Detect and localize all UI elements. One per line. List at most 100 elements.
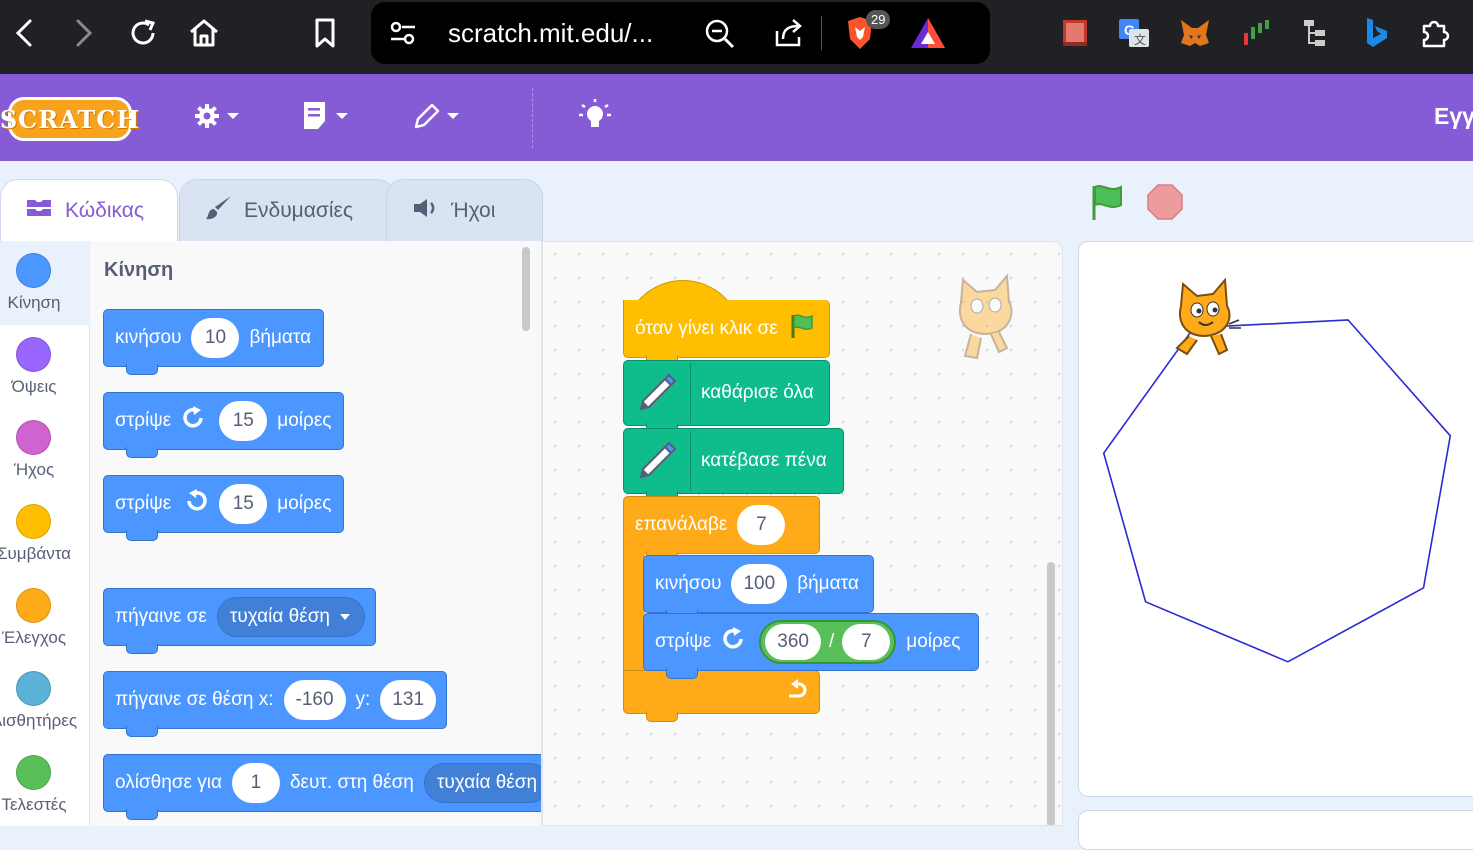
brave-rewards-icon[interactable]	[909, 16, 947, 55]
extension-book-icon[interactable]	[1056, 14, 1094, 52]
workspace-scrollbar[interactable]	[1047, 562, 1055, 825]
tutorials-button[interactable]	[577, 98, 613, 138]
stop-button[interactable]	[1145, 182, 1185, 227]
divisor-input[interactable]: 7	[842, 624, 891, 660]
divide-operator-block[interactable]: 360 / 7	[759, 620, 897, 664]
stage-canvas[interactable]	[1078, 241, 1473, 797]
goto-target-dropdown[interactable]: τυχαία θέση	[216, 597, 365, 637]
chart-extension-icon[interactable]	[1238, 14, 1276, 52]
degrees-input[interactable]: 15	[219, 484, 268, 524]
back-icon[interactable]	[6, 14, 44, 52]
menu-divider	[532, 88, 533, 148]
green-flag-button[interactable]	[1087, 182, 1127, 227]
block-text: κινήσου	[115, 327, 182, 348]
metamask-fox-icon[interactable]	[1176, 14, 1214, 52]
tab-code[interactable]: Κώδικας	[0, 179, 178, 241]
steps-input[interactable]: 10	[191, 318, 240, 358]
dividend-input[interactable]: 360	[765, 624, 821, 660]
google-translate-icon[interactable]: G文	[1115, 14, 1153, 52]
block-turn-right[interactable]: στρίψε 15 μοίρες	[103, 392, 345, 458]
repeat-arm	[623, 552, 645, 672]
block-palette: Κίνηση κινήσου 10 βήματα στρίψε 15 μοίρε…	[90, 241, 542, 826]
category-label: Ήχος	[13, 460, 55, 479]
bing-icon[interactable]	[1357, 14, 1395, 52]
category-dot	[16, 504, 51, 539]
operator-symbol: /	[828, 631, 835, 652]
block-text: μοίρες	[906, 631, 961, 652]
repeat-count-input[interactable]: 7	[737, 505, 786, 545]
category-control[interactable]: Έλεγχος	[0, 576, 90, 660]
bookmark-icon[interactable]	[306, 14, 344, 52]
sprite-watermark-icon	[941, 272, 1031, 373]
script-workspace[interactable]: όταν γίνει κλικ σε καθάρισε όλα κατέβασε…	[542, 241, 1063, 826]
category-sound[interactable]: Ήχος	[0, 408, 90, 492]
sprite-info-pane	[1078, 810, 1473, 850]
degrees-input[interactable]: 15	[219, 401, 268, 441]
shield-count-badge: 29	[866, 10, 891, 29]
category-motion[interactable]: Κίνηση	[0, 241, 90, 325]
block-pen-clear[interactable]: καθάρισε όλα	[623, 360, 830, 434]
pen-icon	[633, 431, 691, 491]
block-go-to-xy[interactable]: πήγαινε σε θέση x: -160 y: 131	[103, 671, 448, 737]
category-dot	[16, 588, 51, 623]
block-text: κινήσου	[655, 573, 722, 594]
browser-toolbar: scratch.mit.edu/... 29 G文	[0, 0, 1473, 74]
site-settings-icon[interactable]	[389, 20, 417, 51]
lightbulb-icon	[577, 97, 613, 140]
block-move-steps[interactable]: κινήσου 10 βήματα	[103, 309, 325, 375]
palette-scrollbar[interactable]	[522, 247, 530, 331]
block-text: στρίψε	[655, 631, 712, 652]
zoom-out-icon[interactable]	[703, 17, 737, 54]
pen-drawing	[1102, 319, 1452, 663]
reload-icon[interactable]	[124, 14, 162, 52]
seconds-input[interactable]: 1	[231, 763, 280, 803]
repeat-header[interactable]: επανάλαβε 7	[623, 496, 820, 562]
tree-extension-icon[interactable]	[1297, 14, 1335, 52]
block-pen-down[interactable]: κατέβασε πένα	[623, 428, 844, 502]
category-dot	[16, 337, 51, 372]
block-go-to[interactable]: πήγαινε σε τυχαία θέση	[103, 588, 376, 654]
block-turn-left[interactable]: στρίψε 15 μοίρες	[103, 475, 345, 541]
address-bar[interactable]: scratch.mit.edu/...	[371, 2, 990, 64]
glide-target-dropdown[interactable]: τυχαία θέση	[423, 763, 541, 803]
dropdown-value: τυχαία θέση	[229, 606, 330, 627]
block-text: κατέβασε πένα	[701, 450, 827, 471]
category-dot	[16, 671, 51, 706]
settings-menu[interactable]	[192, 98, 244, 138]
block-text: μοίρες	[277, 493, 332, 514]
steps-input[interactable]: 100	[731, 564, 788, 604]
category-dot	[16, 755, 51, 790]
category-operators[interactable]: Τελεστές	[0, 743, 90, 827]
category-label: Αισθητήρες	[0, 711, 78, 730]
block-glide[interactable]: ολίσθησε για 1 δευτ. στη θέση τυχαία θέσ…	[103, 754, 541, 820]
block-text: όταν γίνει κλικ σε	[635, 317, 778, 339]
file-menu[interactable]	[301, 98, 353, 138]
block-text: πήγαινε σε θέση x:	[115, 689, 274, 710]
cat-sprite[interactable]	[1163, 277, 1243, 367]
block-turn-right[interactable]: στρίψε 360 / 7 μοίρες	[643, 613, 979, 679]
pencil-icon	[412, 99, 464, 138]
block-text: καθάρισε όλα	[701, 382, 814, 403]
edit-menu[interactable]	[412, 98, 464, 138]
category-looks[interactable]: Όψεις	[0, 325, 90, 409]
block-when-flag-clicked[interactable]: όταν γίνει κλικ σε	[623, 280, 830, 366]
tab-sounds-label: Ήχοι	[451, 198, 496, 222]
home-icon[interactable]	[185, 14, 223, 52]
scratch-logo[interactable]: SCRATCH	[0, 97, 139, 141]
tab-sounds[interactable]: Ήχοι	[386, 179, 543, 241]
url-text[interactable]: scratch.mit.edu/...	[448, 18, 653, 49]
forward-icon[interactable]	[64, 14, 102, 52]
tab-costumes[interactable]: Ενδυμασίες	[179, 179, 395, 241]
y-input[interactable]: 131	[380, 680, 437, 720]
block-text: δευτ. στη θέση	[289, 772, 414, 793]
x-input[interactable]: -160	[283, 680, 346, 720]
code-blocks-icon	[25, 197, 55, 225]
category-label: Έλεγχος	[1, 628, 67, 647]
category-events[interactable]: Συμβάντα	[0, 492, 90, 576]
share-icon[interactable]	[771, 17, 805, 54]
category-label: Όψεις	[11, 377, 57, 396]
extensions-puzzle-icon[interactable]	[1416, 14, 1454, 52]
block-move-steps[interactable]: κινήσου 100 βήματα	[643, 555, 874, 621]
join-link[interactable]: Εγγ	[1434, 103, 1473, 130]
category-sensing[interactable]: Αισθητήρες	[0, 659, 90, 743]
